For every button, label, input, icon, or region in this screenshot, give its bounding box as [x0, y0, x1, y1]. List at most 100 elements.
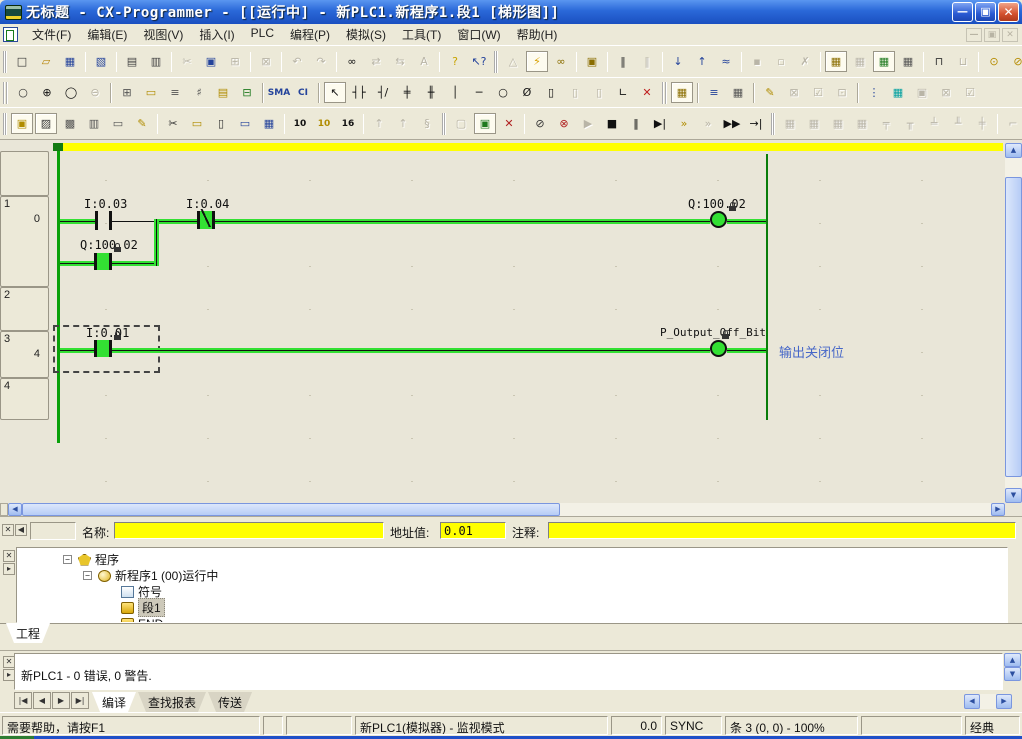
rung-margin-cell[interactable]: 4 — [0, 378, 49, 420]
tab-compile[interactable]: 编译 — [92, 692, 136, 712]
scroll-up-button[interactable]: ▲ — [1005, 143, 1022, 158]
tree-node-programs[interactable]: −程序 — [63, 552, 119, 567]
project-tree[interactable]: −程序−新程序1 (00)运行中符号段1END ▲ ▼ — [16, 547, 1008, 623]
grid-button[interactable]: ⊞ — [116, 82, 138, 103]
address-list-button[interactable]: ⋮ — [863, 82, 885, 103]
clear-breakpoints-button[interactable]: ⊗ — [553, 113, 575, 134]
find-button[interactable]: ∞ — [341, 51, 363, 72]
output-scroll-down-button[interactable]: ▼ — [1004, 667, 1021, 681]
rung-margin-cell[interactable]: 2 — [0, 287, 49, 331]
horizontal-line-button[interactable]: ─ — [468, 82, 490, 103]
menu-item-tools[interactable]: 工具(T) — [394, 23, 449, 46]
continuous-step-button[interactable]: ▶▶ — [721, 113, 743, 134]
close-button[interactable]: ✕ — [998, 2, 1019, 22]
address-value-field[interactable]: 0.01 — [440, 522, 506, 539]
zoom-fit-button[interactable]: ○ — [12, 82, 34, 103]
menu-item-plc[interactable]: PLC — [243, 23, 282, 46]
select-button[interactable]: ↖ — [324, 82, 346, 103]
help-button[interactable]: ? — [444, 51, 466, 72]
transfer-to-plc-button[interactable]: ↓ — [667, 51, 689, 72]
dialog-display-button[interactable]: ▭ — [234, 113, 256, 134]
zoom-in-button[interactable]: ⊕ — [36, 82, 58, 103]
menu-item-program[interactable]: 编程(P) — [282, 23, 338, 46]
open-button[interactable]: ▱ — [35, 51, 57, 72]
signed-decimal-display-button[interactable]: 10 — [313, 113, 335, 134]
tab-nav-button-0[interactable]: |◀ — [14, 692, 32, 709]
ladder-editor[interactable]: 102344 I:0.03 I:0.04 Q:100.02 Q:100.02 I… — [0, 140, 1022, 516]
breakpoint-button[interactable]: ⊘ — [529, 113, 551, 134]
toolbar-drag-handle[interactable] — [3, 51, 7, 73]
cross-reference-button[interactable]: ▥ — [83, 113, 105, 134]
sim-stop-button[interactable]: ■ — [601, 113, 623, 134]
toolbar-drag-handle[interactable] — [662, 82, 667, 104]
binary-display-button[interactable]: ▦ — [258, 113, 280, 134]
vertical-scrollbar-thumb[interactable] — [1005, 177, 1022, 477]
toolbar-drag-handle[interactable] — [442, 113, 446, 135]
menu-item-insert[interactable]: 插入(I) — [191, 23, 242, 46]
watch-monitor-button[interactable]: ▦ — [887, 82, 909, 103]
local-symbols-button[interactable]: ⊟ — [236, 82, 258, 103]
pin-project-panel-button[interactable]: ▸ — [3, 563, 15, 575]
minimize-button[interactable]: — — [952, 2, 973, 22]
rung-comment-2-button[interactable]: ▭ — [186, 113, 208, 134]
sim-exit-button[interactable]: ✕ — [498, 113, 520, 134]
properties-button[interactable]: ✎ — [131, 113, 153, 134]
print-preview-button[interactable]: ▥ — [145, 51, 167, 72]
plc-monitor-button[interactable]: ▦ — [671, 82, 693, 103]
step-in-button[interactable]: » — [673, 113, 695, 134]
compile-results-area[interactable]: 新PLC1 - 0 错误, 0 警告. — [14, 653, 1003, 690]
output-scroll-left-button[interactable]: ◀ — [964, 694, 980, 709]
splice-button[interactable]: ✂ — [162, 113, 184, 134]
tree-expand-toggle[interactable]: − — [83, 571, 92, 580]
rung-margin-cell[interactable]: 34 — [0, 331, 49, 378]
menu-item-simulation[interactable]: 模拟(S) — [338, 23, 394, 46]
tree-node-end[interactable]: END — [121, 616, 163, 623]
output-coil-energized[interactable] — [710, 211, 727, 228]
edit-comment-button[interactable]: ✎ — [759, 82, 781, 103]
context-help-button[interactable]: ↖? — [468, 51, 490, 72]
or-contact-no-button[interactable]: ╪ — [396, 82, 418, 103]
close-project-panel-button[interactable]: ✕ — [3, 550, 15, 562]
print-button[interactable]: ▤ — [121, 51, 143, 72]
tab-nav-button-3[interactable]: ▶| — [71, 692, 89, 709]
stack-button[interactable]: ≡ — [703, 82, 725, 103]
contact-nc-button[interactable]: ┤/ — [372, 82, 394, 103]
collapse-watch-bar-button[interactable]: ◀ — [15, 524, 27, 536]
tree-node-section1[interactable]: 段1 — [121, 600, 165, 615]
symbol-table-button[interactable]: ▤ — [212, 82, 234, 103]
differential-monitor-button[interactable]: ⊓ — [928, 51, 950, 72]
comment-field[interactable] — [548, 522, 1016, 539]
sim-mode-button[interactable]: ▣ — [474, 113, 496, 134]
menu-item-edit[interactable]: 编辑(E) — [79, 23, 135, 46]
contact-no-symbol[interactable] — [95, 211, 98, 230]
rung-margin-cell[interactable] — [0, 151, 49, 196]
contact-no-button[interactable]: ┤├ — [348, 82, 370, 103]
contact-no-energized[interactable] — [94, 340, 112, 357]
pane-split-handle[interactable] — [0, 503, 8, 516]
tree-scroll-up-button[interactable]: ▲ — [1007, 556, 1008, 570]
tab-transfer[interactable]: 传送 — [208, 692, 252, 712]
close-watch-bar-button[interactable]: ✕ — [2, 524, 14, 536]
tree-scrollbar-thumb[interactable] — [1007, 584, 1008, 598]
watch-window-button[interactable]: ▦ — [873, 51, 895, 72]
work-online-simulator-button[interactable]: ⚡ — [526, 51, 548, 72]
tab-nav-button-2[interactable]: ▶ — [52, 692, 70, 709]
rung-margin-cell[interactable]: 10 — [0, 196, 49, 287]
transfer-from-plc-button[interactable]: ↑ — [691, 51, 713, 72]
coil-button[interactable]: ○ — [492, 82, 514, 103]
decimal-display-button[interactable]: 10 — [289, 113, 311, 134]
or-contact-nc-button[interactable]: ╫ — [420, 82, 442, 103]
name-field[interactable] — [114, 522, 384, 539]
scroll-right-button[interactable]: ▶ — [991, 503, 1005, 516]
watch-window-2-button[interactable]: ▦ — [897, 51, 919, 72]
cascade-windows-button[interactable]: ▣ — [11, 113, 33, 134]
compare-with-plc-button[interactable]: ≈ — [715, 51, 737, 72]
toolbar-drag-handle[interactable] — [3, 82, 8, 104]
horizontal-scrollbar-thumb[interactable] — [22, 503, 560, 516]
output-window-button[interactable]: ▭ — [107, 113, 129, 134]
vertical-line-button[interactable]: │ — [444, 82, 466, 103]
output-coil-energized[interactable] — [710, 340, 727, 357]
io-comment-button[interactable]: ♯ — [188, 82, 210, 103]
sim-pause-button[interactable]: ‖ — [625, 113, 647, 134]
new-button[interactable]: □ — [11, 51, 33, 72]
